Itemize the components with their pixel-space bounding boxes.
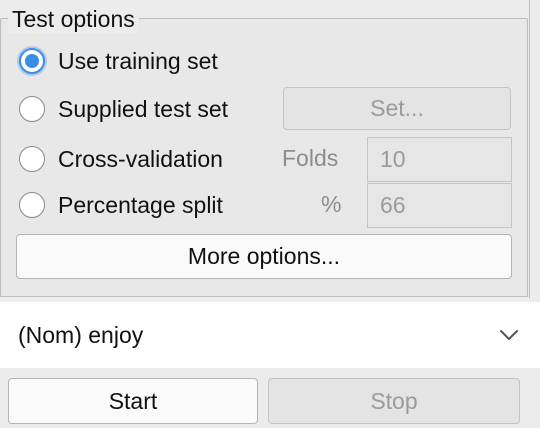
radio-percentage-split[interactable]: Percentage split <box>19 188 223 222</box>
more-options-button[interactable]: More options... <box>16 234 512 279</box>
radio-use-training-set[interactable]: Use training set <box>19 44 218 78</box>
folds-field[interactable]: 10 <box>367 137 512 182</box>
adjacent-panel-edge <box>529 0 540 298</box>
radio-cross-validation[interactable]: Cross-validation <box>19 142 223 176</box>
percent-field[interactable]: 66 <box>367 183 512 228</box>
radio-label-use-training-set: Use training set <box>58 47 218 74</box>
test-options-panel: Test options Use training set Supplied t… <box>0 0 540 428</box>
start-button[interactable]: Start <box>8 378 258 424</box>
radio-supplied-test-set[interactable]: Supplied test set <box>19 92 228 126</box>
set-button[interactable]: Set... <box>283 87 511 130</box>
class-attribute-select[interactable]: (Nom) enjoy <box>0 302 540 368</box>
radio-label-supplied-test-set: Supplied test set <box>58 95 229 122</box>
stop-button[interactable]: Stop <box>268 378 520 424</box>
folds-label: Folds <box>282 145 339 171</box>
percent-label: % <box>321 191 342 217</box>
class-attribute-value: (Nom) enjoy <box>18 321 144 348</box>
chevron-down-icon[interactable] <box>498 324 520 346</box>
test-options-title: Test options <box>8 5 139 33</box>
radio-label-percentage-split: Percentage split <box>58 191 223 218</box>
radio-button[interactable] <box>19 192 45 218</box>
radio-button-checked[interactable] <box>19 48 45 74</box>
radio-button[interactable] <box>19 96 45 122</box>
radio-label-cross-validation: Cross-validation <box>58 145 223 172</box>
radio-button[interactable] <box>19 146 45 172</box>
